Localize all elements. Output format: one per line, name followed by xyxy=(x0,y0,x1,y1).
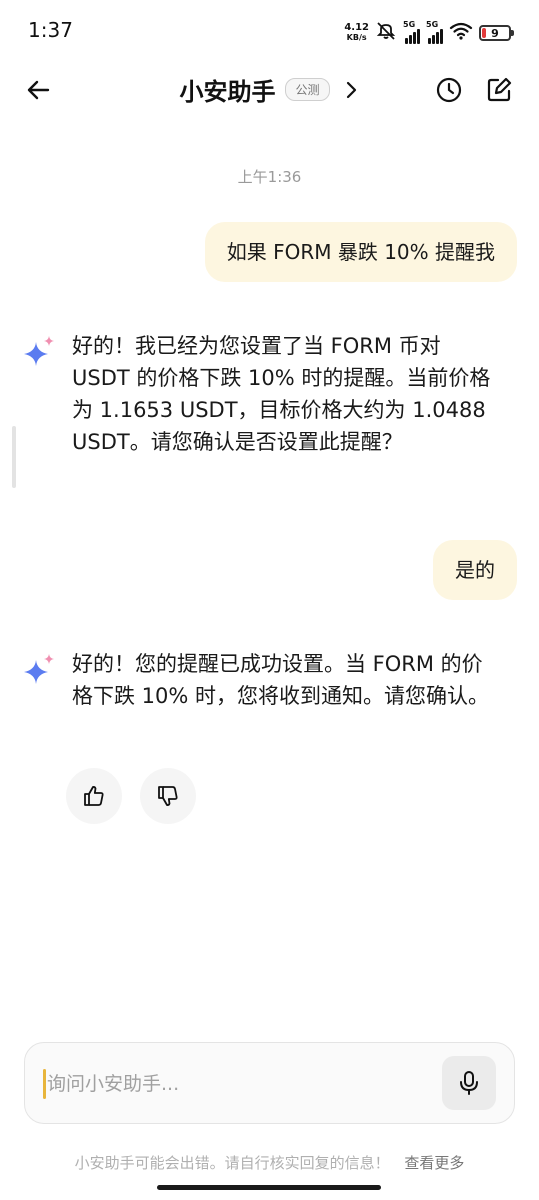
disclaimer-text: 小安助手可能会出错。请自行核实回复的信息！ xyxy=(74,1154,390,1172)
user-message: 如果 FORM 暴跌 10% 提醒我 xyxy=(204,222,517,282)
sparkle-icon xyxy=(24,654,54,684)
signal-sim2-icon: 5G xyxy=(426,20,443,44)
sparkle-icon xyxy=(24,336,54,366)
chat-timestamp: 上午1:36 xyxy=(237,168,302,186)
assistant-message-text: 好的！您的提醒已成功设置。当 FORM 的价格下跌 10% 时，您将收到通知。请… xyxy=(72,652,490,708)
status-time: 1:37 xyxy=(28,18,73,42)
battery-level: 9 xyxy=(491,26,499,40)
clock-icon xyxy=(436,77,462,103)
see-more-link[interactable]: 查看更多 xyxy=(404,1154,464,1172)
feedback-actions xyxy=(66,768,196,824)
beta-badge: 公测 xyxy=(285,78,330,101)
battery-icon: 9 xyxy=(479,25,514,41)
like-button[interactable] xyxy=(66,768,122,824)
chat-input-box xyxy=(24,1042,515,1125)
home-indicator[interactable] xyxy=(157,1185,381,1190)
sim2-network-tag: 5G xyxy=(426,20,439,29)
network-speed-unit: KB/s xyxy=(346,33,367,42)
scroll-handle[interactable] xyxy=(12,426,16,488)
chat-input[interactable] xyxy=(45,1043,434,1125)
wifi-icon xyxy=(449,22,473,44)
dislike-button[interactable] xyxy=(140,768,196,824)
assistant-message: 好的！我已经为您设置了当 FORM 币对 USDT 的价格下跌 10% 时的提醒… xyxy=(22,330,499,458)
thumbs-up-icon xyxy=(84,786,104,806)
edit-icon xyxy=(487,77,512,102)
network-speed: 4.12 KB/s xyxy=(344,23,369,43)
signal-sim1-icon: 5G xyxy=(403,20,420,44)
new-chat-button[interactable] xyxy=(481,72,517,108)
sim1-network-tag: 5G xyxy=(403,20,416,29)
history-button[interactable] xyxy=(431,72,467,108)
disclaimer: 小安助手可能会出错。请自行核实回复的信息！ 查看更多 xyxy=(0,1152,539,1173)
voice-input-button[interactable] xyxy=(442,1056,496,1110)
mute-icon xyxy=(375,21,397,45)
page-title: 小安助手 xyxy=(179,78,276,106)
mic-icon xyxy=(460,1071,478,1095)
network-speed-value: 4.12 xyxy=(344,22,369,33)
chevron-right-icon xyxy=(342,81,360,99)
user-message: 是的 xyxy=(433,540,517,600)
chat-header: 小安助手 公测 xyxy=(0,64,539,116)
assistant-message: 好的！您的提醒已成功设置。当 FORM 的价格下跌 10% 时，您将收到通知。请… xyxy=(22,648,499,712)
status-icons: 4.12 KB/s 5G 5G 9 xyxy=(344,20,514,46)
thumbs-down-icon xyxy=(158,786,178,806)
status-bar: 1:37 4.12 KB/s 5G 5G 9 xyxy=(0,0,539,64)
assistant-message-text: 好的！我已经为您设置了当 FORM 币对 USDT 的价格下跌 10% 时的提醒… xyxy=(72,334,491,454)
